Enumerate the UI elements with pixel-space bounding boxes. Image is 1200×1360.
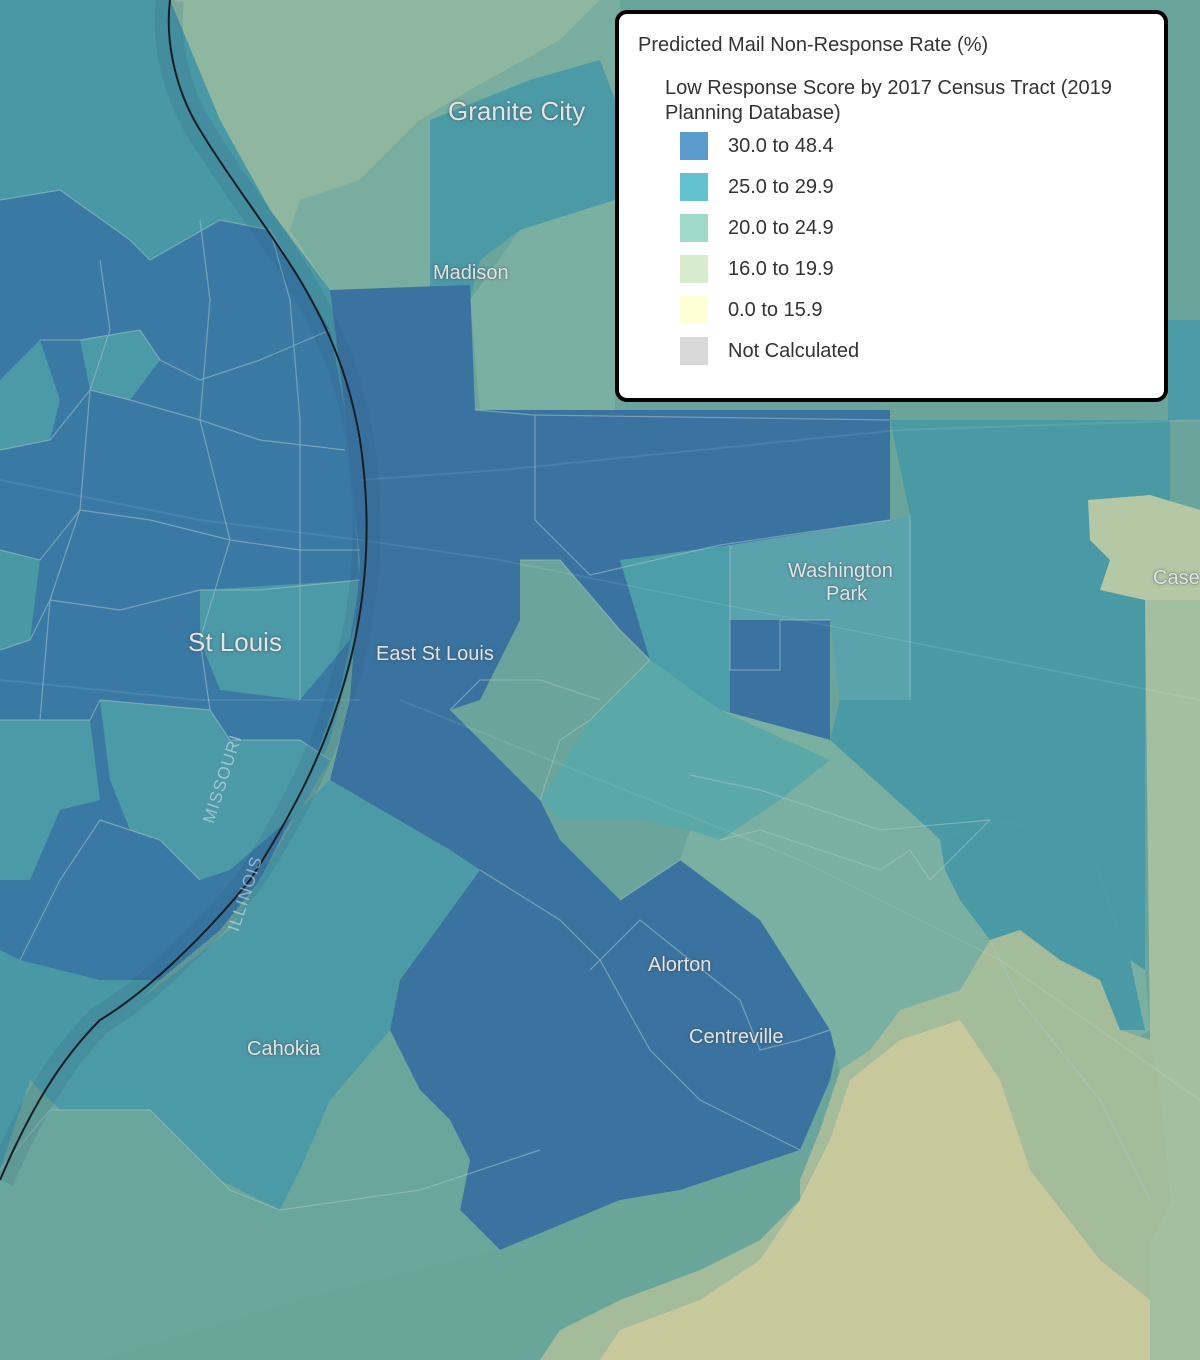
label-caseyville: Case xyxy=(1153,567,1200,589)
legend-row: 16.0 to 19.9 xyxy=(680,254,834,284)
legend-label: 20.0 to 24.9 xyxy=(728,216,834,239)
label-park: Park xyxy=(826,583,868,605)
legend-label: 16.0 to 19.9 xyxy=(728,257,834,280)
legend-swatch-0-15 xyxy=(680,296,708,324)
label-granite-city: Granite City xyxy=(448,96,586,126)
legend-row: Not Calculated xyxy=(680,336,859,366)
label-st-louis: St Louis xyxy=(188,627,282,657)
label-east-st-louis: East St Louis xyxy=(376,643,494,665)
label-centreville: Centreville xyxy=(689,1026,784,1048)
label-washington: Washington xyxy=(788,560,893,582)
legend-swatch-not-calculated xyxy=(680,337,708,365)
legend-row: 20.0 to 24.9 xyxy=(680,213,834,243)
legend-row: 25.0 to 29.9 xyxy=(680,172,834,202)
label-madison: Madison xyxy=(433,262,509,284)
legend-label: Not Calculated xyxy=(728,339,860,362)
legend-label: 25.0 to 29.9 xyxy=(728,175,834,198)
legend-swatch-20-24 xyxy=(680,214,708,242)
label-cahokia: Cahokia xyxy=(247,1038,321,1060)
legend-subtitle: Low Response Score by 2017 Census Tract … xyxy=(665,77,1112,124)
map-view[interactable]: Granite City Madison St Louis East St Lo… xyxy=(0,0,1200,1360)
label-alorton: Alorton xyxy=(648,954,712,976)
legend-swatch-30-48 xyxy=(680,132,708,160)
map-legend: Predicted Mail Non-Response Rate (%) Low… xyxy=(615,10,1168,402)
legend-swatch-16-19 xyxy=(680,255,708,283)
tract-far-northeast xyxy=(1168,320,1200,420)
legend-swatch-25-29 xyxy=(680,173,708,201)
legend-title: Predicted Mail Non-Response Rate (%) xyxy=(638,34,989,56)
legend-row: 0.0 to 15.9 xyxy=(680,295,823,325)
legend-row: 30.0 to 48.4 xyxy=(680,131,834,161)
legend-label: 30.0 to 48.4 xyxy=(728,134,834,157)
tract-far-east-green xyxy=(1145,600,1200,1360)
legend-label: 0.0 to 15.9 xyxy=(728,298,823,321)
